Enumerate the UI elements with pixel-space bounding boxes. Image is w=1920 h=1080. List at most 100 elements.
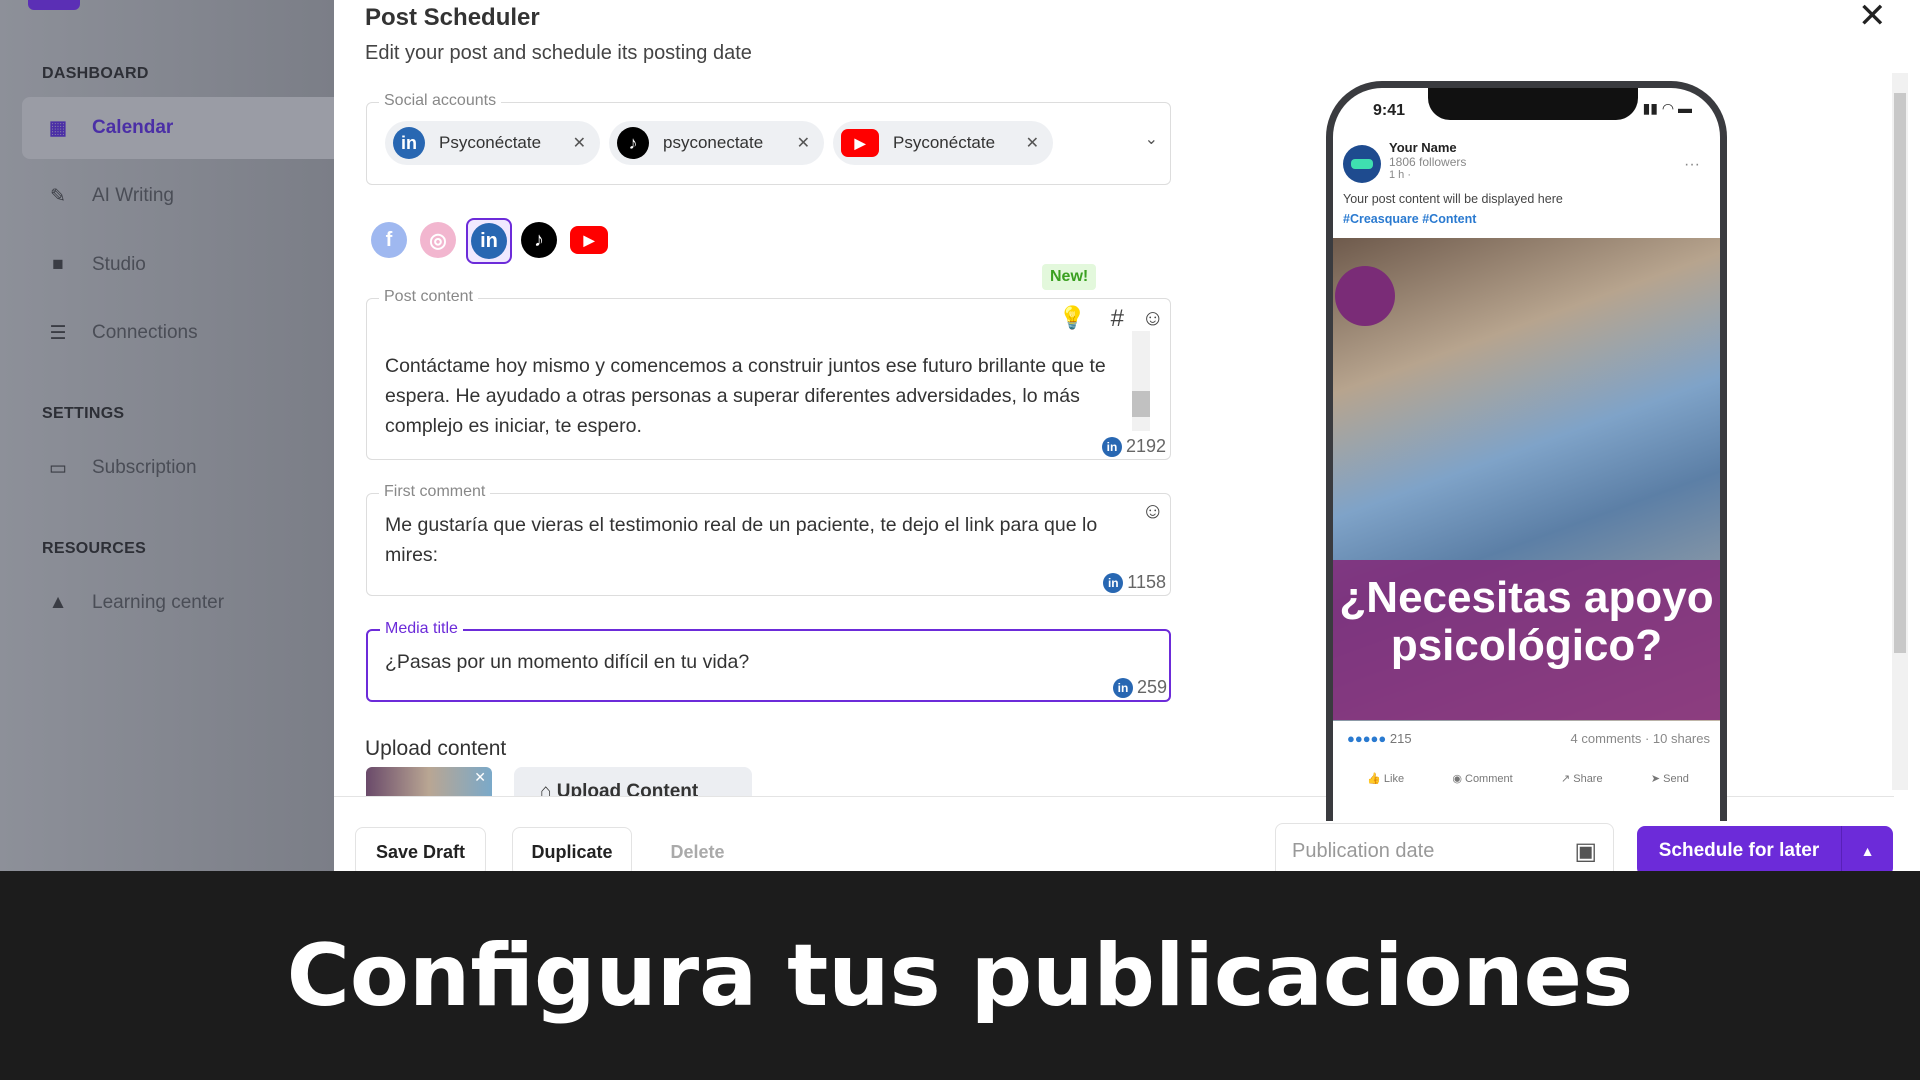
emoji-icon[interactable]: ☺ bbox=[1142, 305, 1164, 331]
reaction-icons: ●●●●● bbox=[1347, 731, 1387, 746]
post-image: ¿Necesitas apoyo psicológico? bbox=[1333, 238, 1720, 721]
linkedin-icon: in bbox=[1103, 572, 1124, 593]
chip-label: psyconectate bbox=[663, 133, 764, 152]
status-icons: ▮▮ ◠ ▬ bbox=[1642, 100, 1692, 116]
linkedin-icon: in bbox=[471, 223, 507, 259]
sidebar-item-label: Studio bbox=[92, 254, 146, 275]
caret-up-icon[interactable]: ▲ bbox=[1841, 826, 1893, 876]
scrollbar[interactable] bbox=[1132, 331, 1150, 431]
sidebar-item-label: AI Writing bbox=[92, 185, 175, 206]
sidebar-item-ai-writing[interactable]: ✎ AI Writing bbox=[22, 165, 334, 227]
char-count: in 1158 bbox=[1103, 572, 1166, 593]
save-draft-button[interactable]: Save Draft bbox=[355, 827, 486, 877]
reactions: ●●●●● 215 bbox=[1347, 731, 1412, 746]
char-count: in 2192 bbox=[1101, 436, 1166, 457]
post-content-label: Post content bbox=[379, 288, 478, 306]
page-title: Post Scheduler bbox=[365, 4, 540, 31]
video-camera-icon: ■ bbox=[52, 254, 64, 275]
first-comment-text[interactable]: Me gustaría que vieras el testimonio rea… bbox=[385, 510, 1130, 570]
sidebar-item-learning-center[interactable]: ▲ Learning center bbox=[22, 572, 334, 634]
avatar bbox=[1343, 145, 1381, 183]
social-accounts-select[interactable]: Social accounts in Psyconéctate ✕ ♪ psycone… bbox=[366, 92, 1171, 185]
section-dashboard: DASHBOARD bbox=[42, 65, 149, 82]
sidebar-item-connections[interactable]: ☰ Connections bbox=[22, 302, 334, 364]
new-badge: New! bbox=[1042, 264, 1097, 290]
youtube-icon[interactable]: ▶ bbox=[570, 226, 608, 254]
sidebar-item-subscription[interactable]: ▭ Subscription bbox=[22, 437, 334, 499]
delete-button[interactable]: Delete bbox=[650, 827, 745, 877]
remove-media-icon[interactable]: ✕ bbox=[474, 769, 486, 786]
tiktok-icon[interactable]: ♪ bbox=[521, 222, 557, 258]
char-count: in 259 bbox=[1112, 677, 1167, 698]
lightbulb-icon[interactable]: 💡 bbox=[1059, 305, 1086, 331]
sliders-icon: ☰ bbox=[49, 322, 67, 344]
phone-time: 9:41 bbox=[1373, 102, 1406, 119]
emoji-icon[interactable]: ☺ bbox=[1142, 498, 1164, 524]
post-stats: 4 comments · 10 shares bbox=[1570, 731, 1710, 746]
instagram-icon[interactable]: ◎ bbox=[420, 222, 456, 258]
author-name: Your Name bbox=[1389, 140, 1457, 155]
more-icon[interactable]: ··· bbox=[1684, 156, 1700, 174]
followers: 1806 followers bbox=[1389, 155, 1467, 169]
account-chip-youtube: ▶ Psyconéctate ✕ bbox=[833, 121, 1053, 165]
section-settings: SETTINGS bbox=[42, 405, 125, 422]
sidebar: DASHBOARD ▦ Calendar ✎ AI Writing ■ Studio … bbox=[0, 0, 334, 871]
upload-icon: ⌂ bbox=[540, 781, 557, 796]
like-button[interactable]: 👍 Like bbox=[1367, 772, 1404, 785]
upload-content-label: Upload content bbox=[365, 737, 507, 760]
uploaded-thumbnail[interactable]: ✕ bbox=[366, 767, 492, 796]
calendar-icon: ▦ bbox=[49, 117, 67, 139]
first-comment-field[interactable]: First comment ☺ Me gustaría que vieras e… bbox=[366, 483, 1171, 596]
image-caption: ¿Necesitas apoyo psicológico? bbox=[1333, 560, 1720, 720]
logo[interactable] bbox=[28, 0, 80, 10]
media-title-field[interactable]: Media title ¿Pasas por un momento difíci… bbox=[366, 620, 1171, 702]
sidebar-item-studio[interactable]: ■ Studio bbox=[22, 234, 334, 296]
account-chip-tiktok: ♪ psyconectate ✕ bbox=[609, 121, 824, 165]
upload-content-button[interactable]: ⌂ Upload Content bbox=[514, 767, 752, 796]
close-icon[interactable]: ✕ bbox=[1858, 0, 1887, 36]
caption-banner: Configura tus publicaciones bbox=[0, 871, 1920, 1080]
tiktok-icon: ♪ bbox=[617, 127, 649, 159]
phone-notch bbox=[1428, 88, 1638, 120]
comment-button[interactable]: ◉ Comment bbox=[1452, 772, 1512, 785]
linkedin-icon: in bbox=[393, 127, 425, 159]
youtube-icon: ▶ bbox=[841, 129, 879, 157]
remove-chip-icon[interactable]: ✕ bbox=[797, 133, 810, 153]
post-time: 1 h · bbox=[1389, 169, 1412, 181]
sidebar-item-label: Subscription bbox=[92, 457, 197, 478]
page-subtitle: Edit your post and schedule its posting … bbox=[365, 42, 752, 64]
scrollbar[interactable] bbox=[1892, 73, 1908, 790]
hashtag-icon[interactable]: # bbox=[1111, 305, 1124, 333]
linkedin-selected-button[interactable]: in bbox=[466, 218, 512, 264]
send-button[interactable]: ➤ Send bbox=[1651, 772, 1689, 785]
post-content-text[interactable]: Contáctame hoy mismo y comencemos a cons… bbox=[385, 351, 1125, 441]
chip-label: Psyconéctate bbox=[439, 133, 542, 152]
linkedin-post-preview: 9:41 ▮▮ ◠ ▬ Your Name 1806 followers 1 h… bbox=[1326, 81, 1727, 821]
share-button[interactable]: ↗ Share bbox=[1561, 772, 1603, 785]
credit-card-icon: ▭ bbox=[49, 457, 67, 479]
brand-logo bbox=[1335, 266, 1395, 326]
sidebar-item-calendar[interactable]: ▦ Calendar bbox=[22, 97, 334, 159]
preview-content: Your post content will be displayed here bbox=[1343, 192, 1563, 206]
calendar-icon[interactable]: ▣ bbox=[1574, 837, 1597, 866]
sidebar-item-label: Learning center bbox=[92, 592, 225, 613]
pen-icon: ✎ bbox=[50, 185, 66, 207]
chevron-down-icon[interactable]: ⌄ bbox=[1145, 129, 1158, 149]
media-title-label: Media title bbox=[380, 620, 463, 638]
remove-chip-icon[interactable]: ✕ bbox=[573, 133, 586, 153]
duplicate-button[interactable]: Duplicate bbox=[512, 827, 632, 877]
schedule-for-later-button[interactable]: Schedule for later ▲ bbox=[1637, 826, 1893, 876]
linkedin-icon: in bbox=[1101, 436, 1122, 457]
section-resources: RESOURCES bbox=[42, 540, 147, 557]
chip-label: Psyconéctate bbox=[893, 133, 996, 152]
post-actions: 👍 Like ◉ Comment ↗ Share ➤ Send bbox=[1343, 772, 1713, 785]
post-content-field[interactable]: Post content 💡 # ☺ Contáctame hoy mismo … bbox=[366, 288, 1171, 460]
sidebar-item-label: Calendar bbox=[92, 117, 174, 138]
remove-chip-icon[interactable]: ✕ bbox=[1026, 133, 1039, 153]
facebook-icon[interactable]: f bbox=[371, 222, 407, 258]
linkedin-icon: in bbox=[1112, 677, 1133, 698]
sidebar-item-label: Connections bbox=[92, 322, 198, 343]
media-title-text[interactable]: ¿Pasas por un momento difícil en tu vida… bbox=[385, 647, 749, 677]
shapes-icon: ▲ bbox=[48, 592, 68, 613]
social-accounts-label: Social accounts bbox=[379, 92, 502, 110]
